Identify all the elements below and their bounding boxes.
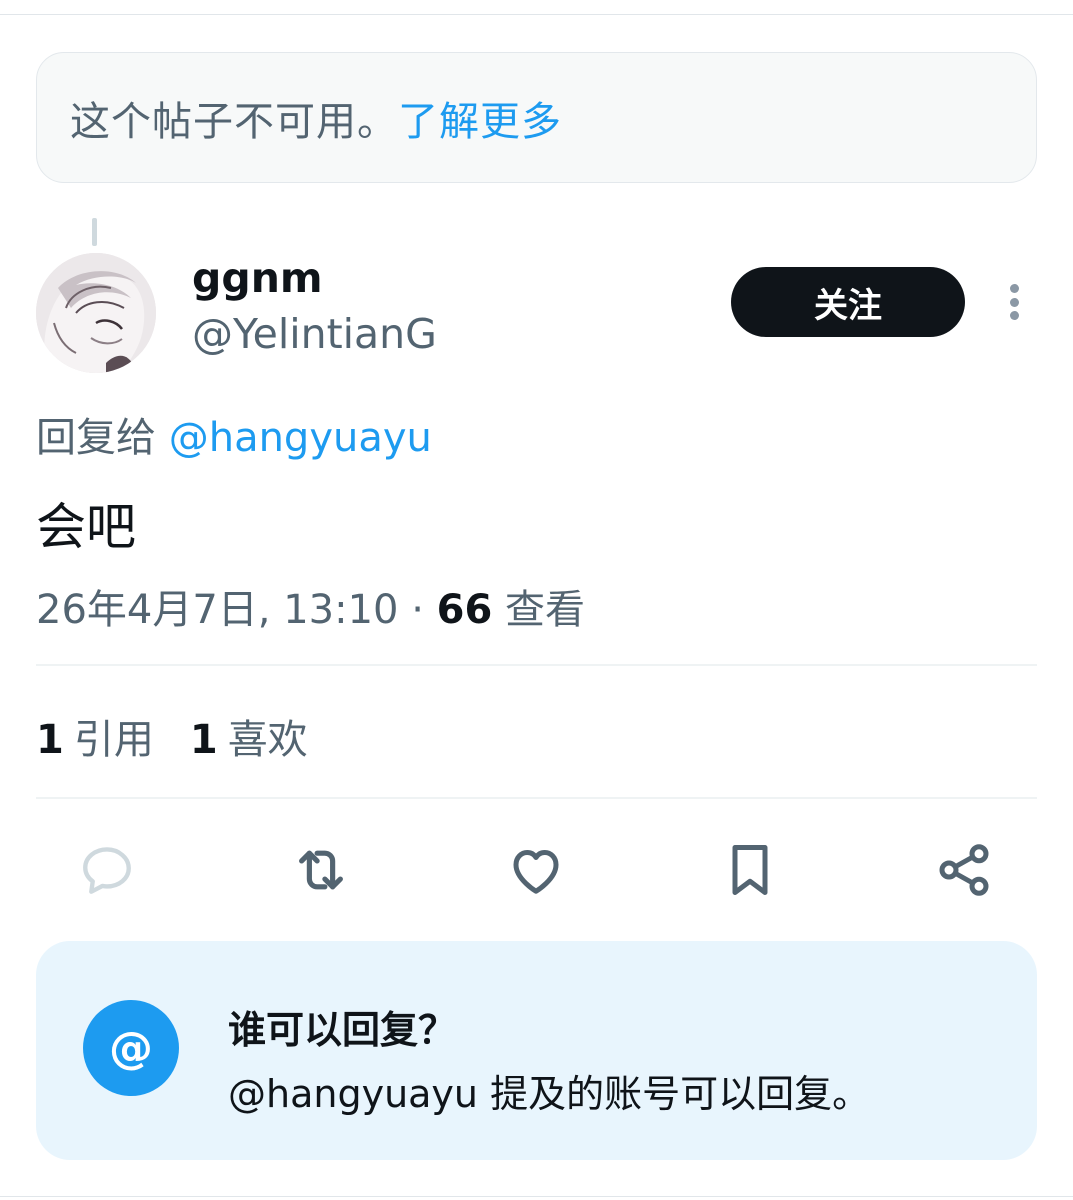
tweet-detail-page: 这个帖子不可用。 了解更多 ggnm @YelintianG 关注 回复给 @ha… <box>0 0 1073 1200</box>
likes-stat[interactable]: 1 喜欢 <box>190 707 308 765</box>
views-label: 查看 <box>492 587 586 633</box>
bookmark-icon[interactable] <box>715 835 785 905</box>
avatar-image <box>36 253 156 373</box>
mention-icon: @ <box>83 1000 179 1096</box>
unavailable-post-notice: 这个帖子不可用。 了解更多 <box>36 52 1037 183</box>
unavailable-text: 这个帖子不可用。 <box>70 98 398 145</box>
views-count: 66 <box>436 587 493 633</box>
tweet-meta: 26年4月7日, 13:10 · 66 查看 <box>36 577 585 635</box>
more-dot <box>1009 297 1019 307</box>
reply-mention-link[interactable]: @hangyuayu <box>169 415 432 461</box>
more-dot <box>1009 311 1019 320</box>
reply-prefix: 回复给 <box>36 415 169 461</box>
bottom-divider <box>0 1196 1073 1197</box>
share-icon[interactable] <box>929 835 999 905</box>
top-divider <box>0 14 1073 15</box>
like-icon[interactable] <box>501 835 571 905</box>
replying-to-line: 回复给 @hangyuayu <box>36 405 432 463</box>
engagement-stats: 1 引用 1 喜欢 <box>36 707 308 765</box>
reply-icon[interactable] <box>72 835 142 905</box>
avatar[interactable] <box>36 253 156 373</box>
retweet-icon[interactable] <box>286 835 356 905</box>
action-bar <box>0 835 1073 905</box>
tweet-text: 会吧 <box>36 498 136 556</box>
more-options-icon[interactable] <box>1000 278 1028 326</box>
quotes-label: 引用 <box>73 717 154 763</box>
author-handle[interactable]: @YelintianG <box>192 310 437 358</box>
quotes-stat[interactable]: 1 引用 <box>36 707 154 765</box>
quotes-count: 1 <box>36 717 64 763</box>
reply-restriction-title: 谁可以回复？ <box>228 1008 457 1052</box>
follow-button[interactable]: 关注 <box>731 267 965 337</box>
likes-count: 1 <box>189 717 218 763</box>
thread-connector-line <box>92 218 97 246</box>
likes-label: 喜欢 <box>227 717 308 763</box>
reply-restriction-card: @ 谁可以回复？ @hangyuayu 提及的账号可以回复。 <box>36 941 1037 1160</box>
author-name[interactable]: ggnm <box>192 254 323 302</box>
learn-more-link[interactable]: 了解更多 <box>398 89 562 147</box>
reply-restriction-description: @hangyuayu 提及的账号可以回复。 <box>228 1072 871 1116</box>
divider <box>36 664 1037 666</box>
more-dot <box>1009 284 1019 293</box>
tweet-timestamp[interactable]: 26年4月7日, 13:10 · <box>36 587 437 633</box>
divider <box>36 797 1037 799</box>
